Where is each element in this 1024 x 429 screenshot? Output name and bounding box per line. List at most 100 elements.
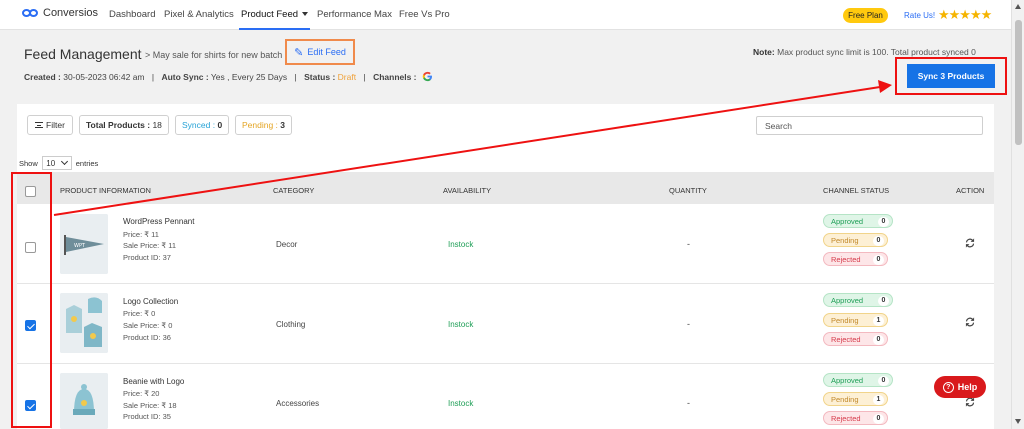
scroll-up-icon[interactable] [1015, 4, 1021, 9]
product-name[interactable]: Beanie with Logo [123, 377, 184, 386]
show-entries: Show 10 entries [19, 156, 98, 170]
checkbox-annotation-box [11, 172, 52, 428]
total-value: 18 [152, 120, 162, 130]
entries-value: 10 [46, 158, 56, 168]
status-rejected-label: Rejected [831, 414, 861, 423]
status-rejected-count: 0 [873, 255, 884, 265]
caret-down-icon [302, 12, 309, 16]
product-price: Price: ₹ 11 [123, 230, 159, 239]
chevron-down-icon [61, 157, 69, 166]
brand-name: Conversios [43, 7, 99, 19]
product-name[interactable]: Logo Collection [123, 297, 178, 306]
product-thumbnail[interactable] [60, 373, 108, 429]
conversios-logo-icon [22, 7, 40, 19]
status-rejected: Rejected 0 [823, 332, 888, 346]
beanie-image-icon [60, 373, 108, 429]
tab-product-feed[interactable]: Product Feed [238, 9, 311, 30]
product-category: Accessories [276, 399, 320, 408]
status-pending: Pending 0 [823, 233, 888, 247]
product-thumbnail[interactable] [60, 293, 108, 353]
tab-free-vs-pro[interactable]: Free Vs Pro [399, 9, 450, 20]
synced-value: 0 [217, 120, 223, 130]
col-category[interactable]: CATEGORY [273, 186, 314, 195]
col-product-information[interactable]: PRODUCT INFORMATION [60, 186, 151, 195]
edit-feed-label: Edit Feed [307, 47, 346, 57]
synced-pill[interactable]: Synced : 0 [175, 115, 230, 135]
channels-label: Channels : [373, 72, 417, 82]
feed-description: > May sale for shirts for new batch [145, 50, 283, 60]
logo-collection-image-icon [60, 293, 108, 353]
status-pending: Pending 1 [823, 313, 888, 327]
scroll-thumb[interactable] [1015, 20, 1022, 145]
brand-logo[interactable]: Conversios [22, 7, 98, 19]
product-sale-price: Sale Price: ₹ 11 [123, 241, 176, 250]
scroll-down-icon[interactable] [1015, 419, 1021, 424]
autosync-value: Yes , Every 25 Days [210, 72, 288, 82]
filter-icon [35, 122, 44, 128]
sync-products-button[interactable]: Sync 3 Products [907, 64, 995, 88]
total-label: Total Products : [86, 120, 151, 130]
note-text: Max product sync limit is 100. Total pro… [777, 47, 976, 57]
product-name[interactable]: WordPress Pennant [123, 217, 194, 226]
plan-badge[interactable]: Free Plan [843, 8, 888, 23]
product-availability: Instock [448, 240, 474, 249]
pending-label: Pending : [242, 120, 278, 130]
product-price: Price: ₹ 20 [123, 389, 160, 398]
filter-button[interactable]: Filter [27, 115, 73, 135]
col-quantity[interactable]: QUANTITY [669, 186, 707, 195]
product-availability: Instock [448, 399, 474, 408]
sync-icon[interactable] [963, 315, 977, 329]
product-quantity: - [687, 398, 690, 408]
product-quantity: - [687, 319, 690, 329]
sync-icon[interactable] [963, 236, 977, 250]
tab-performance-max[interactable]: Performance Max [317, 9, 392, 20]
product-thumbnail[interactable]: WPT [60, 214, 108, 274]
status-rejected: Rejected 0 [823, 252, 888, 266]
col-channel-status: CHANNEL STATUS [823, 186, 890, 195]
show-label: Show [19, 158, 38, 168]
question-icon: ? [942, 381, 954, 393]
status-value: Draft [337, 72, 357, 82]
tab-product-feed-label: Product Feed [241, 9, 299, 20]
status-approved: Approved 0 [823, 214, 893, 228]
arrow-head-icon [878, 80, 892, 93]
help-label: Help [957, 382, 978, 392]
pending-pill[interactable]: Pending : 3 [235, 115, 293, 135]
product-category: Clothing [276, 320, 306, 329]
status-pending-label: Pending [831, 316, 859, 325]
status-approved-label: Approved [831, 376, 864, 385]
product-quantity: - [687, 239, 690, 249]
status-rejected-count: 0 [873, 335, 884, 345]
divider: | [294, 72, 297, 82]
status-rejected-label: Rejected [831, 335, 861, 344]
autosync-label: Auto Sync : [161, 72, 209, 82]
status-pending-count: 1 [873, 316, 884, 326]
note-label: Note: [753, 47, 775, 57]
status-approved-count: 0 [878, 376, 889, 386]
page-title: Feed Management [24, 46, 142, 62]
status-approved-label: Approved [831, 217, 864, 226]
page-scrollbar[interactable] [1011, 0, 1024, 429]
top-nav: Conversios Dashboard Pixel & Analytics P… [0, 0, 1011, 30]
product-price: Price: ₹ 0 [123, 309, 156, 318]
col-action: ACTION [956, 186, 985, 195]
filter-label: Filter [46, 120, 65, 130]
synced-label: Synced : [182, 120, 216, 130]
status-pending-count: 0 [873, 236, 884, 246]
tab-pixel-analytics[interactable]: Pixel & Analytics [164, 9, 234, 20]
pending-value: 3 [280, 120, 286, 130]
help-button[interactable]: ? Help [934, 376, 986, 398]
edit-feed-button[interactable]: ✎ Edit Feed [285, 39, 355, 65]
product-id: Product ID: 35 [123, 412, 171, 421]
product-category: Decor [276, 240, 298, 249]
rate-us-link[interactable]: Rate Us! [904, 11, 935, 20]
entries-select[interactable]: 10 [41, 156, 72, 170]
tab-dashboard[interactable]: Dashboard [109, 9, 155, 20]
product-availability: Instock [448, 320, 474, 329]
search-input[interactable] [756, 116, 983, 135]
col-availability[interactable]: AVAILABILITY [443, 186, 491, 195]
pennant-image-icon: WPT [60, 214, 108, 274]
status-rejected-label: Rejected [831, 255, 861, 264]
rating-stars-icon[interactable]: ★★★★★ [938, 7, 992, 23]
status-pending-label: Pending [831, 395, 859, 404]
